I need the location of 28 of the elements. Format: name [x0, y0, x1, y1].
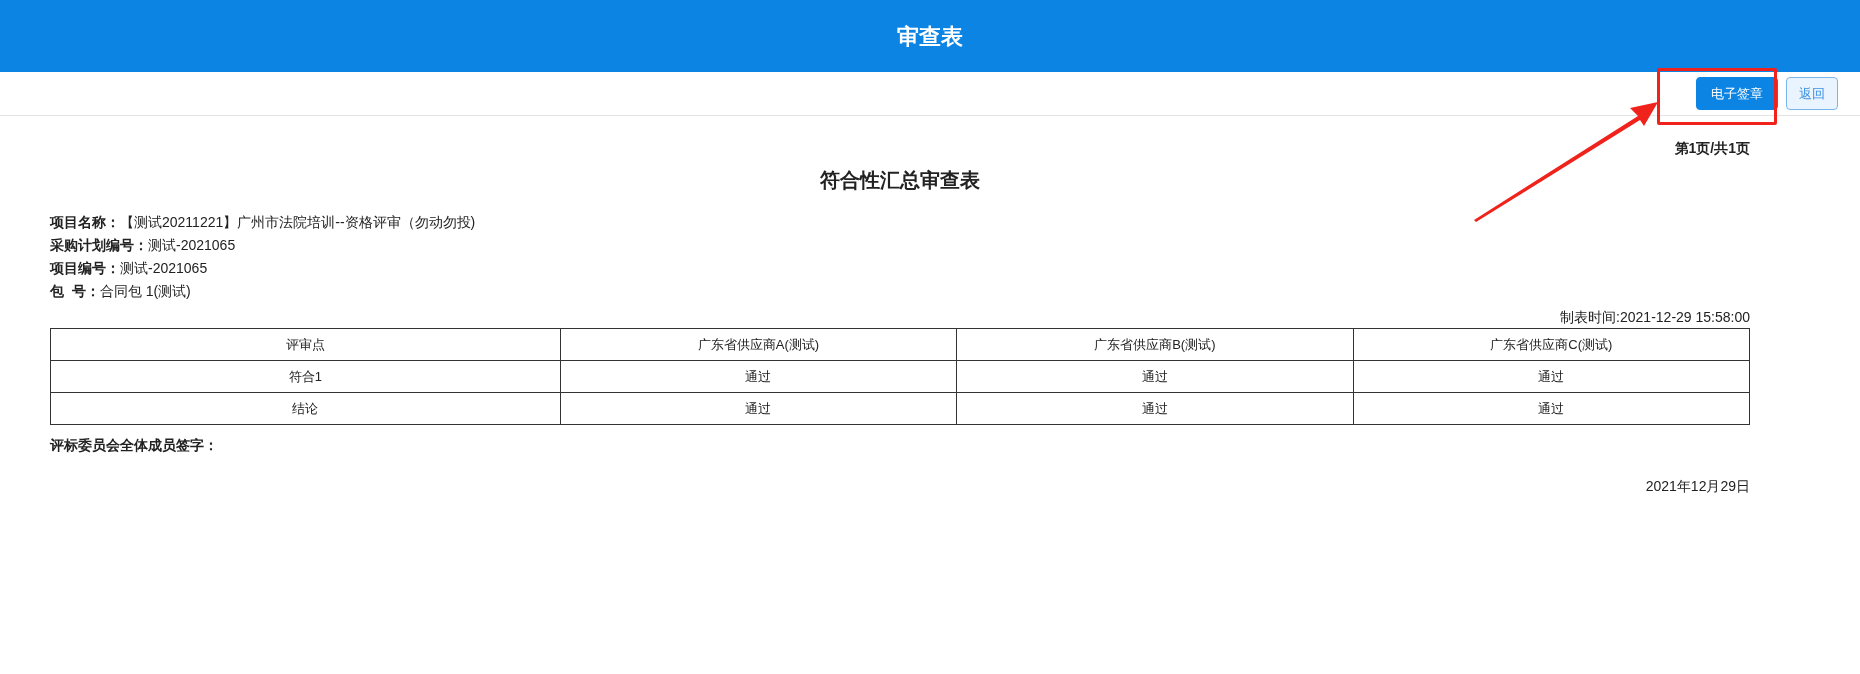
table-cell: 通过 — [560, 392, 957, 425]
table-cell: 符合1 — [50, 360, 561, 393]
document-title: 符合性汇总审查表 — [820, 168, 980, 193]
field-value: 合同包 1(测试) — [99, 283, 191, 299]
back-button[interactable]: 返回 — [1786, 76, 1838, 111]
table-cell: 结论 — [50, 392, 561, 425]
field-label: 采购计划编号： — [50, 237, 148, 253]
page-number: 第1页/共1页 — [1674, 139, 1750, 158]
created-time: 制表时间:2021-12-29 15:58:00 — [1560, 309, 1750, 325]
table-cell: 通过 — [1353, 360, 1750, 393]
field-label: 包 号： — [50, 283, 100, 299]
column-header: 评审点 — [50, 328, 561, 361]
field-label: 项目名称： — [50, 214, 120, 230]
document-date: 2021年12月29日 — [1645, 478, 1750, 494]
sign-button[interactable]: 电子签章 — [1696, 76, 1778, 111]
column-header: 广东省供应商A(测试) — [560, 328, 957, 361]
page-title: 审查表 — [897, 22, 963, 51]
field-label: 项目编号： — [50, 260, 120, 276]
table-cell: 通过 — [1353, 392, 1750, 425]
field-value: 【测试20211221】广州市法院培训--资格评审（勿动勿投) — [120, 214, 476, 230]
field-value: 测试-2021065 — [120, 260, 208, 276]
table-cell: 通过 — [956, 392, 1354, 425]
column-header: 广东省供应商C(测试) — [1353, 328, 1750, 361]
table-cell: 通过 — [560, 360, 957, 393]
table-cell: 通过 — [956, 360, 1354, 393]
column-header: 广东省供应商B(测试) — [956, 328, 1354, 361]
field-value: 测试-2021065 — [148, 237, 236, 253]
signature-label: 评标委员会全体成员签字： — [50, 437, 218, 453]
